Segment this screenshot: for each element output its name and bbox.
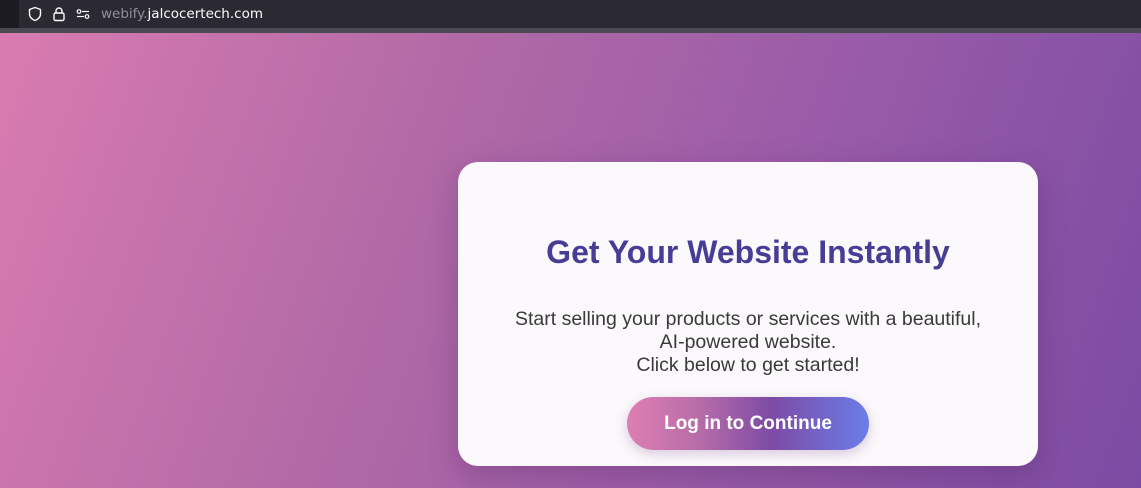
permissions-icon[interactable] [75,6,91,22]
url-subdomain: webify. [101,6,148,22]
description-line-1: Start selling your products or services … [514,308,982,330]
description-line-3: Click below to get started! [636,354,860,376]
page-background: Get Your Website Instantly Start selling… [0,33,1141,488]
lock-icon[interactable] [51,6,67,22]
url-domain: jalcocertech.com [147,6,263,22]
address-bar[interactable]: webify.jalcocertech.com [19,0,1141,28]
card-description: Start selling your products or services … [498,308,998,377]
toolbar-edge [0,0,19,28]
signup-card: Get Your Website Instantly Start selling… [458,162,1038,466]
card-title: Get Your Website Instantly [546,234,950,270]
description-line-2: AI-powered website. [659,331,837,353]
browser-toolbar: webify.jalcocertech.com [0,0,1141,28]
shield-icon[interactable] [27,6,43,22]
url-text[interactable]: webify.jalcocertech.com [101,6,263,22]
login-continue-button[interactable]: Log in to Continue [627,397,869,450]
